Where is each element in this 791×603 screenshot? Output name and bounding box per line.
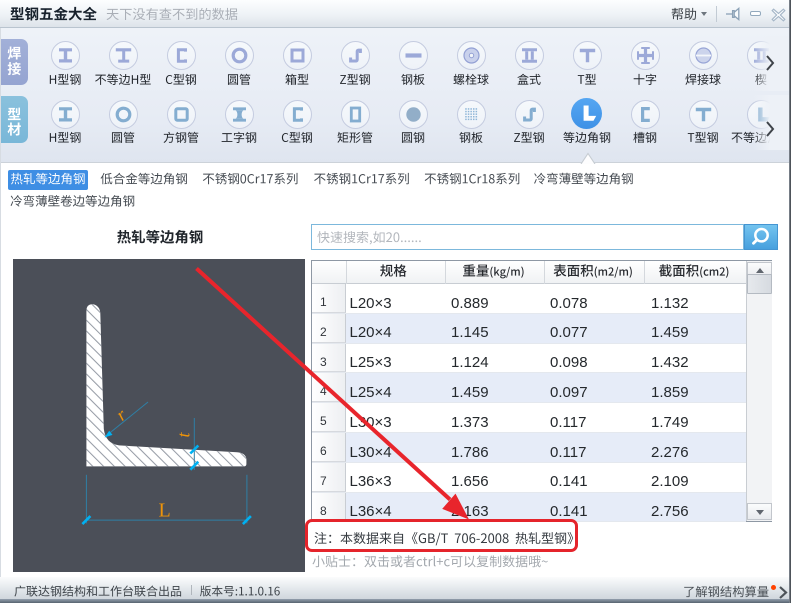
svg-text:r: r [112,404,131,425]
svg-text:t: t [174,432,194,438]
svg-text:L: L [159,500,171,522]
